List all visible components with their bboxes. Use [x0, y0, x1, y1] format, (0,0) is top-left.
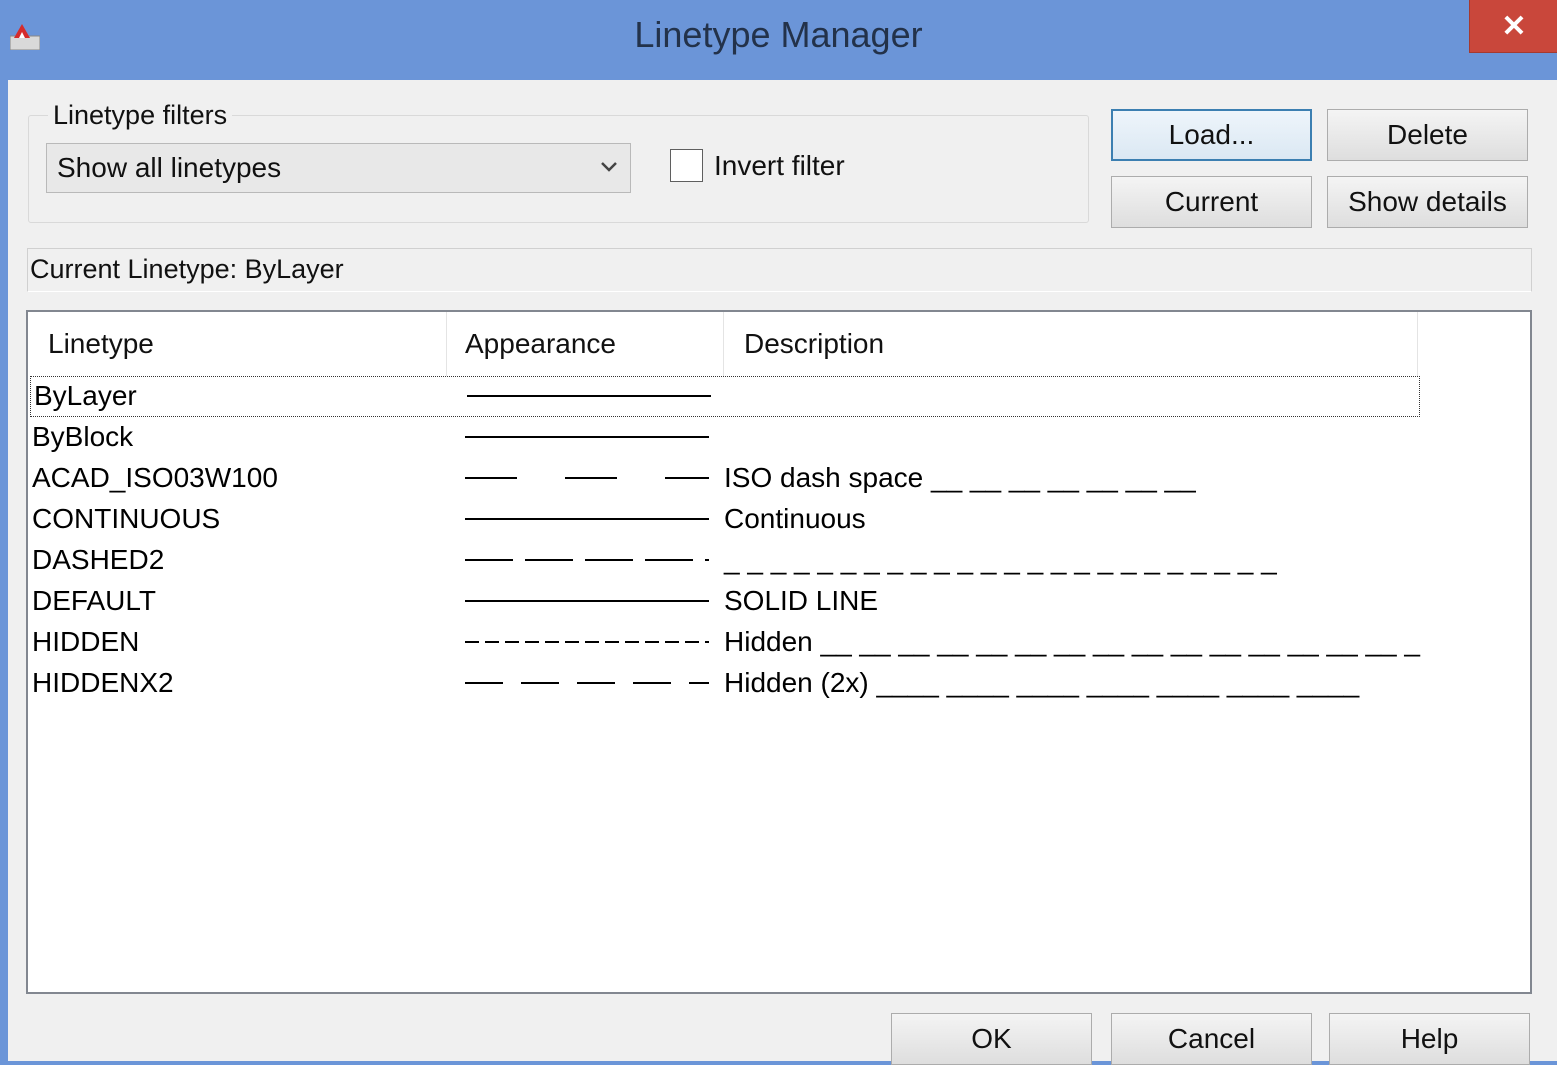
linetype-appearance-preview [465, 559, 709, 561]
delete-button[interactable]: Delete [1327, 109, 1528, 161]
linetype-name: DEFAULT [32, 585, 156, 616]
help-button[interactable]: Help [1329, 1013, 1530, 1065]
linetype-description: Continuous [724, 503, 866, 534]
table-row[interactable]: CONTINUOUS Continuous [28, 499, 1530, 540]
table-row[interactable]: DASHED2 _ _ _ _ _ _ _ _ _ _ _ _ _ _ _ _ _… [28, 540, 1530, 581]
ok-button[interactable]: OK [891, 1013, 1092, 1065]
linetype-name: ACAD_ISO03W100 [32, 462, 278, 493]
column-header-appearance[interactable]: Appearance [447, 312, 724, 376]
current-button[interactable]: Current [1111, 176, 1312, 228]
cancel-button[interactable]: Cancel [1111, 1013, 1312, 1065]
linetype-name: DASHED2 [32, 544, 165, 575]
linetype-list[interactable]: Linetype Appearance Description ByLayer B… [26, 310, 1532, 994]
linetype-description: ISO dash space __ __ __ __ __ __ __ [724, 462, 1196, 493]
table-row[interactable]: HIDDEN Hidden __ __ __ __ __ __ __ __ __ … [28, 622, 1530, 663]
linetype-appearance-preview [465, 600, 709, 602]
column-header-linetype[interactable]: Linetype [28, 312, 447, 376]
linetype-filter-dropdown[interactable]: Show all linetypes [46, 143, 631, 193]
invert-filter-label: Invert filter [714, 150, 845, 181]
show-details-button[interactable]: Show details [1327, 176, 1528, 228]
linetype-name: HIDDENX2 [32, 667, 174, 698]
table-row[interactable]: ByLayer [30, 376, 1420, 417]
chevron-down-icon [601, 162, 617, 172]
linetype-name: ByBlock [32, 421, 134, 452]
linetype-appearance-preview [465, 477, 709, 479]
table-row[interactable]: DEFAULT SOLID LINE [28, 581, 1530, 622]
table-row[interactable]: ACAD_ISO03W100 ISO dash space __ __ __ __… [28, 458, 1530, 499]
linetype-description: Hidden __ __ __ __ __ __ __ __ __ __ __ … [724, 626, 1420, 657]
column-header-description[interactable]: Description [724, 312, 1418, 376]
linetype-appearance-preview [465, 641, 709, 643]
linetype-description: _ _ _ _ _ _ _ _ _ _ _ _ _ _ _ _ _ _ _ _ … [724, 544, 1277, 575]
close-icon: ✕ [1501, 9, 1527, 43]
linetype-appearance-preview [467, 395, 711, 397]
linetype-description: Hidden (2x) ____ ____ ____ ____ ____ ___… [724, 667, 1360, 698]
close-button[interactable]: ✕ [1469, 0, 1557, 53]
table-row[interactable]: ByBlock [28, 417, 1530, 458]
current-linetype-display: Current Linetype: ByLayer [27, 248, 1532, 292]
linetype-name: CONTINUOUS [32, 503, 221, 534]
linetype-name: HIDDEN [32, 626, 140, 657]
linetype-filter-value: Show all linetypes [57, 152, 282, 183]
title-bar[interactable]: Linetype Manager ✕ [0, 0, 1557, 80]
linetype-appearance-preview [465, 682, 709, 684]
linetype-name: ByLayer [34, 380, 137, 411]
linetype-appearance-preview [465, 436, 709, 438]
dialog-client-area: Linetype filters Show all linetypes Inve… [8, 80, 1557, 1065]
list-header: Linetype Appearance Description [28, 312, 1530, 376]
table-row[interactable]: HIDDENX2 Hidden (2x) ____ ____ ____ ____ … [28, 663, 1530, 704]
linetype-appearance-preview [465, 518, 709, 520]
linetype-filters-label: Linetype filters [48, 100, 233, 131]
window-title: Linetype Manager [634, 14, 923, 55]
invert-filter-checkbox[interactable] [670, 149, 703, 182]
load-button[interactable]: Load... [1111, 109, 1312, 161]
linetype-description: SOLID LINE [724, 585, 879, 616]
